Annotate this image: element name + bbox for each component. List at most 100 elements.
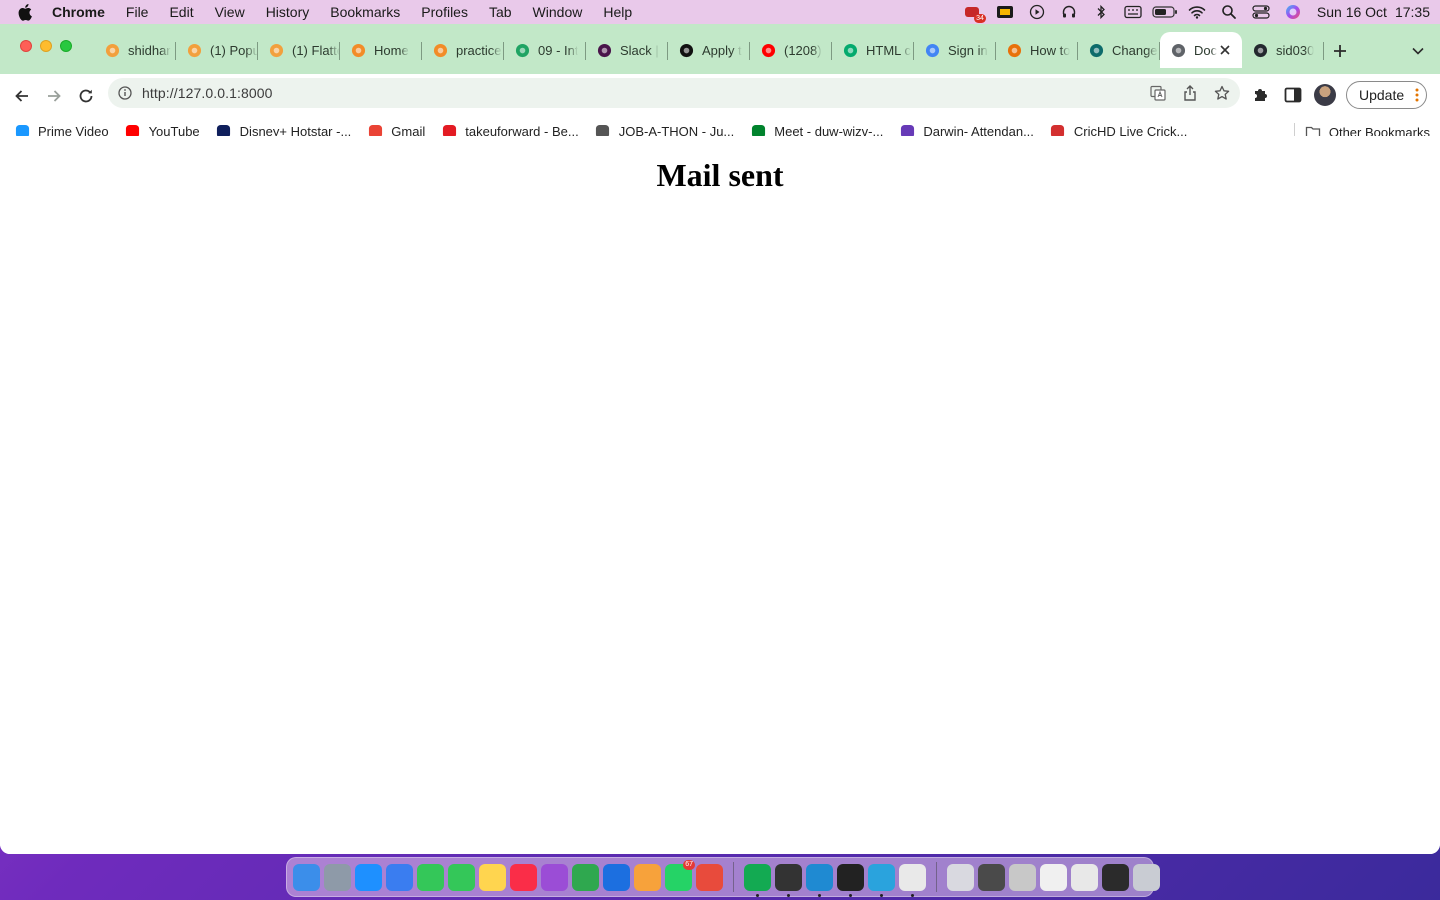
menu-edit[interactable]: Edit [169, 4, 193, 20]
reload-button[interactable] [72, 82, 100, 110]
update-button[interactable]: Update [1346, 81, 1428, 109]
youtube-icon [760, 42, 776, 58]
address-bar[interactable]: http://127.0.0.1:8000 [108, 78, 1240, 108]
tab[interactable]: Slack | [586, 32, 668, 68]
notification-app-icon[interactable]: 34 [957, 0, 989, 24]
menu-app-chrome[interactable]: Chrome [52, 4, 105, 20]
new-tab-button[interactable] [1326, 39, 1354, 63]
tab-search-button[interactable] [1404, 39, 1432, 63]
tab-label: Doc [1194, 42, 1218, 58]
dock-facetime-icon[interactable] [417, 863, 444, 891]
tab-label: (1) Popular [210, 42, 258, 58]
tab[interactable]: Sign in [914, 32, 996, 68]
control-center-icon[interactable] [1245, 0, 1277, 24]
apple-icon[interactable] [18, 3, 36, 21]
bookmark-star-icon[interactable] [1212, 83, 1232, 103]
dock-textedit-icon[interactable] [899, 863, 926, 897]
tab[interactable]: HTML c [832, 32, 914, 68]
tab[interactable]: Change [1078, 32, 1160, 68]
battery-icon[interactable] [1149, 0, 1181, 24]
dock-badge: 67 [683, 859, 695, 870]
omnibox-actions [1148, 83, 1232, 103]
dock-messages-icon[interactable] [448, 863, 475, 891]
dock-launchpad-icon[interactable] [324, 863, 351, 891]
dock-window-thumb-1-icon[interactable] [978, 863, 1005, 891]
menu-tab[interactable]: Tab [489, 4, 512, 20]
page-content: Mail sent [0, 136, 1440, 854]
menu-file[interactable]: File [126, 4, 149, 20]
minimize-window-button[interactable] [40, 40, 52, 52]
dock-chrome-icon[interactable] [696, 863, 723, 891]
chrome-window: shidhar (1) Popular (1) Flatten Home practic… [0, 24, 1440, 854]
profile-avatar[interactable] [1314, 84, 1336, 106]
dock-finder-icon[interactable] [293, 863, 320, 891]
tab[interactable]: How to [996, 32, 1078, 68]
dock-pages-icon[interactable] [634, 863, 661, 891]
wifi-icon[interactable] [1181, 0, 1213, 24]
dock-vlc-like-icon[interactable] [775, 863, 802, 897]
dock-window-thumb-5-icon[interactable] [1102, 863, 1129, 891]
tab-active[interactable]: Doc [1160, 32, 1242, 68]
dock-notes-icon[interactable] [479, 863, 506, 891]
dock-vscode-icon[interactable] [806, 863, 833, 897]
translate-icon[interactable] [1148, 83, 1168, 103]
tab[interactable]: sid030 [1242, 32, 1324, 68]
menu-view[interactable]: View [215, 4, 245, 20]
tab-label: How to [1030, 42, 1071, 58]
teamviewer-icon[interactable] [989, 0, 1021, 24]
dock-numbers-icon[interactable] [572, 863, 599, 891]
fullscreen-window-button[interactable] [60, 40, 72, 52]
tab[interactable]: shidhar [94, 32, 176, 68]
tab[interactable]: practice [422, 32, 504, 68]
apply-icon [678, 42, 694, 58]
play-icon[interactable] [1021, 0, 1053, 24]
tab[interactable]: (1) Flatten [258, 32, 340, 68]
forward-button[interactable] [40, 82, 68, 110]
tab-label: sid030 [1276, 42, 1315, 58]
dock-music-icon[interactable] [510, 863, 537, 891]
dock-document-stack-icon[interactable] [947, 863, 974, 891]
menu-history[interactable]: History [266, 4, 310, 20]
menu-window[interactable]: Window [533, 4, 583, 20]
menu-profiles[interactable]: Profiles [421, 4, 468, 20]
practice-icon [432, 42, 448, 58]
back-button[interactable] [8, 82, 36, 110]
close-tab-icon[interactable] [1217, 42, 1233, 58]
close-window-button[interactable] [20, 40, 32, 52]
tab-label: HTML c [866, 42, 912, 58]
tab[interactable]: 09 - Int [504, 32, 586, 68]
dock-safari-icon[interactable] [355, 863, 382, 891]
headphones-icon[interactable] [1053, 0, 1085, 24]
url-text[interactable]: http://127.0.0.1:8000 [142, 85, 273, 101]
dock-mongodb-compass-icon[interactable] [744, 863, 771, 897]
tab[interactable]: (1) Popular [176, 32, 258, 68]
tab[interactable]: Home [340, 32, 422, 68]
dock-mail-icon[interactable] [386, 863, 413, 891]
site-info-icon[interactable] [118, 85, 134, 101]
menu-bookmarks[interactable]: Bookmarks [330, 4, 400, 20]
tab[interactable]: (1208) [750, 32, 832, 68]
extensions-puzzle-icon[interactable] [1250, 84, 1272, 106]
browser-toolbar: http://127.0.0.1:8000 Update [0, 74, 1440, 116]
dock-trash-icon[interactable] [1133, 863, 1160, 891]
dock-keynote-icon[interactable] [603, 863, 630, 891]
menu-bar-clock[interactable]: Sun 16 Oct 17:35 [1317, 4, 1430, 20]
dock-window-thumb-3-icon[interactable] [1040, 863, 1067, 891]
tab-label: Sign in [948, 42, 988, 58]
tab-label: (1) Flatten [292, 42, 340, 58]
dock-window-thumb-2-icon[interactable] [1009, 863, 1036, 891]
tab[interactable]: Apply t [668, 32, 750, 68]
keyboard-input-icon[interactable] [1117, 0, 1149, 24]
bluetooth-icon[interactable] [1085, 0, 1117, 24]
dock-telegram-icon[interactable] [868, 863, 895, 897]
menu-help[interactable]: Help [603, 4, 632, 20]
dock-terminal-icon[interactable] [837, 863, 864, 897]
spotlight-search-icon[interactable] [1213, 0, 1245, 24]
dock-whatsapp-icon[interactable]: 67 [665, 859, 695, 891]
siri-icon[interactable] [1277, 0, 1309, 24]
dock-window-thumb-4-icon[interactable] [1071, 863, 1098, 891]
update-button-label: Update [1359, 87, 1405, 103]
share-icon[interactable] [1180, 83, 1200, 103]
dock-podcasts-icon[interactable] [541, 863, 568, 891]
side-panel-icon[interactable] [1282, 84, 1304, 106]
